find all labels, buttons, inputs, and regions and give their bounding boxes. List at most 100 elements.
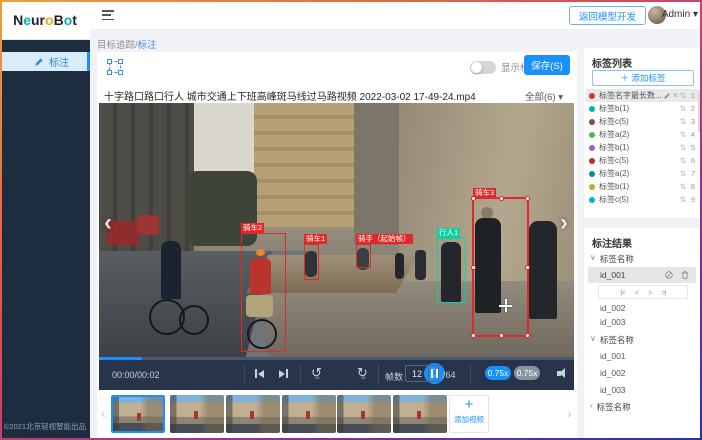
add-label-button[interactable]: ＋ 添加标签 (592, 70, 694, 86)
video-thumbnail[interactable] (111, 395, 165, 433)
label-list-item[interactable]: 标签a(2) ⇅7 (586, 167, 698, 180)
spinner-down-icon[interactable]: ▾ (429, 374, 438, 382)
bbox-label: 骑车1 (304, 234, 327, 244)
resize-handle[interactable] (471, 265, 476, 270)
caret-down-icon: ∨ (590, 334, 596, 346)
video-thumbnail[interactable] (393, 395, 447, 433)
rewind-10-button[interactable]: ↺10 (311, 366, 322, 380)
result-item[interactable]: id_002 (600, 303, 626, 313)
label-list-item[interactable]: 标签c(5) ⇅3 (586, 115, 698, 128)
logo: NeuroBot (0, 0, 90, 40)
bbox-cyclist2[interactable]: 骑车2 (241, 233, 286, 352)
resize-handle[interactable] (471, 333, 476, 338)
video-thumbnail[interactable] (337, 395, 391, 433)
result-group-collapsed[interactable]: › 标签名称 (590, 401, 631, 413)
scene-bus (137, 215, 159, 235)
copyright-text: ©2021北京轻视智能出品 (0, 421, 90, 432)
speed-pill-secondary[interactable]: 0.75x (514, 366, 540, 380)
video-thumbnail[interactable] (282, 395, 336, 433)
resize-handle[interactable] (525, 265, 530, 270)
label-color-dot (589, 106, 595, 112)
video-thumbnail[interactable] (226, 395, 280, 433)
breadcrumb-parent[interactable]: 目标追踪 (97, 40, 135, 51)
forward-10-button[interactable]: ↻10 (357, 366, 368, 380)
logo-letter: t (72, 12, 77, 28)
next-frame-button[interactable] (279, 369, 288, 378)
bbox-cyclist1[interactable]: 骑车1 (304, 244, 319, 280)
scrollbar[interactable] (698, 90, 701, 132)
bbox-rider-startframe[interactable]: 骑手（起始帧） (356, 244, 371, 268)
add-video-button[interactable]: + 添加视频 (449, 395, 489, 433)
sort-icon[interactable]: ⇅ (680, 182, 686, 191)
frame-total: /64 (443, 370, 456, 380)
edit-icon[interactable] (663, 92, 671, 100)
next-page-icon[interactable]: > (648, 288, 651, 297)
show-annotation-toggle[interactable] (470, 61, 496, 74)
video-thumbnail[interactable] (170, 395, 224, 433)
progress-bar[interactable] (99, 357, 574, 360)
resize-handle[interactable] (525, 333, 530, 338)
sort-icon[interactable]: ⇅ (680, 117, 686, 126)
spinner-up-icon[interactable]: ▴ (429, 366, 438, 374)
first-page-icon[interactable]: |< (620, 288, 624, 297)
user-menu[interactable]: Admin ▾ (662, 9, 698, 20)
annotation-results-panel: 标注结果 ∨ 标签名称 id_001 |< < > >| id_002 id_0… (584, 228, 702, 438)
resize-handle[interactable] (471, 196, 476, 201)
label-list-item[interactable]: 标签b(1) ⇅8 (586, 180, 698, 193)
bbox-label: 骑车2 (241, 223, 264, 233)
sort-icon[interactable]: ⇅ (680, 130, 686, 139)
label-list-item[interactable]: 标签c(5) ⇅9 (586, 193, 698, 206)
sort-icon[interactable]: ⇅ (680, 104, 686, 113)
sidebar-item-label: 标注 (49, 54, 69, 69)
collapse-menu-icon[interactable] (102, 10, 114, 20)
strip-prev-chevron[interactable]: ‹ (101, 405, 106, 421)
result-item[interactable]: id_002 (600, 368, 626, 378)
bbox-cyclist3-selected[interactable]: 骑车3 (472, 197, 529, 337)
sort-icon[interactable]: ⇅ (680, 156, 686, 165)
strip-next-chevron[interactable]: › (567, 405, 572, 421)
last-page-icon[interactable]: >| (661, 288, 665, 297)
save-button[interactable]: 保存(S) (524, 55, 570, 75)
prev-page-icon[interactable]: < (635, 288, 638, 297)
video-prev-chevron[interactable]: ‹ (104, 211, 112, 235)
delete-icon[interactable] (680, 270, 690, 280)
time-display: 00:00/00:02 (112, 370, 160, 380)
prev-frame-button[interactable] (255, 369, 264, 378)
result-group[interactable]: ∨ 标签名称 (590, 334, 634, 346)
label-list-item[interactable]: 标签b(1) ⇅5 (586, 141, 698, 154)
logo-letter: B (54, 12, 64, 28)
result-item[interactable]: id_001 (600, 351, 626, 361)
label-list-item[interactable]: 标签名字最长数... × ⇅ 1 (586, 89, 698, 102)
video-next-chevron[interactable]: › (560, 211, 568, 235)
result-item[interactable]: id_003 (600, 317, 626, 327)
label-list-panel: 标签列表 ＋ 添加标签 标签名字最长数... × ⇅ 1 标签b(1) ⇅2 标… (584, 48, 702, 218)
result-item-selected[interactable]: id_001 (588, 267, 696, 283)
scene-pedestrian (395, 253, 404, 279)
speed-pill-active[interactable]: 0.75x (485, 366, 511, 380)
breadcrumb: 目标追踪/标注 (97, 37, 157, 51)
sort-icon[interactable]: ⇅ (680, 195, 686, 204)
label-list-item[interactable]: 标签b(1) ⇅2 (586, 102, 698, 115)
label-color-dot (589, 184, 595, 190)
sort-icon[interactable]: ⇅ (680, 91, 686, 100)
resize-handle[interactable] (525, 196, 530, 201)
sort-icon[interactable]: ⇅ (680, 143, 686, 152)
result-group[interactable]: ∨ 标签名称 (590, 253, 634, 265)
frame-number-input[interactable] (406, 366, 428, 381)
crosshair-cursor (499, 299, 512, 312)
bbox-pedestrian1[interactable]: 行人1 (437, 238, 466, 303)
filter-dropdown[interactable]: 全部(6) ▾ (525, 89, 563, 103)
delete-icon[interactable]: × (673, 92, 678, 100)
back-to-model-dev-button[interactable]: 返回模型开发 (569, 6, 646, 25)
sidebar-item-annotate[interactable]: 标注 (0, 52, 90, 71)
resize-handle[interactable] (499, 333, 504, 338)
hide-icon[interactable] (664, 270, 674, 280)
label-list-item[interactable]: 标签c(5) ⇅6 (586, 154, 698, 167)
result-item[interactable]: id_003 (600, 385, 626, 395)
resize-handle[interactable] (499, 196, 504, 201)
label-list-item[interactable]: 标签a(2) ⇅4 (586, 128, 698, 141)
rect-annotation-tool-button[interactable] (106, 58, 124, 76)
video-canvas[interactable]: 骑车2 骑车1 骑手（起始帧） 行人1 骑车3 (99, 103, 574, 357)
sort-icon[interactable]: ⇅ (680, 169, 686, 178)
frame-number-input-group: ▴ ▾ (405, 365, 439, 382)
